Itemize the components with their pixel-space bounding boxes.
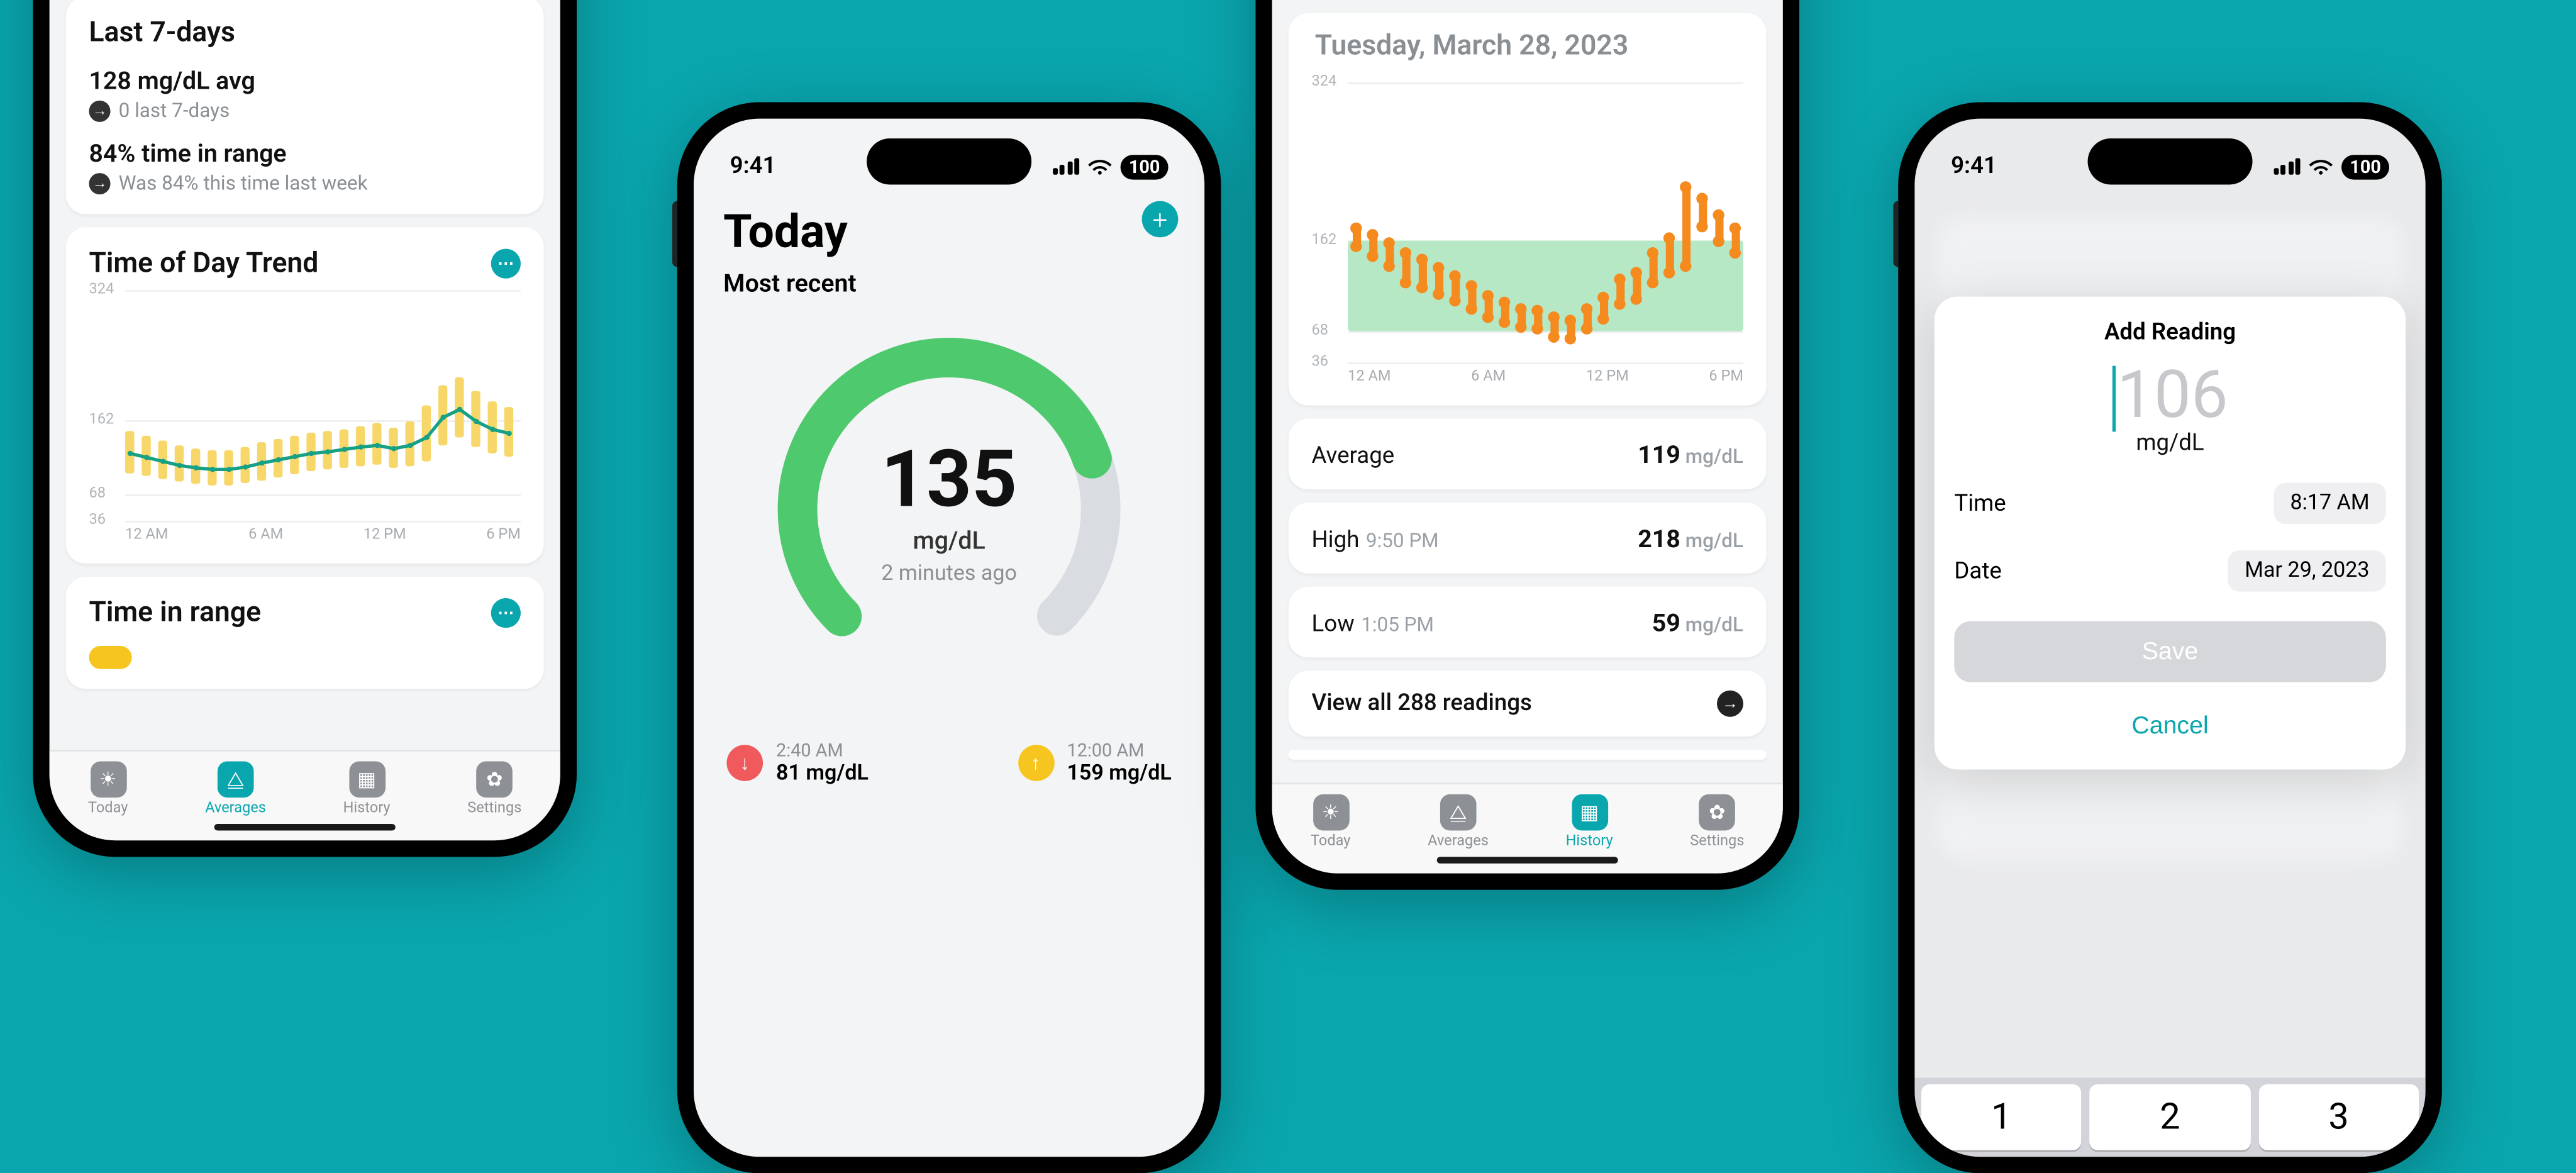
cancel-button[interactable]: Cancel	[1954, 699, 2385, 753]
chart-icon: ⧋	[218, 761, 254, 798]
phone-add-reading: 9:41 100 Add Reading 106 mg/dL Time 8:17…	[1898, 102, 2442, 1173]
page-title: Today	[694, 191, 1204, 262]
range-bar-segment	[89, 646, 131, 669]
high-reading[interactable]: ↑ 12:00 AM159 mg/dL	[1018, 740, 1172, 786]
phone-today: 9:41 100 + Today Most recent 135 mg/dL 2…	[677, 102, 1221, 1173]
date-header: Tuesday, March 28, 2023	[1312, 26, 1743, 76]
date-field[interactable]: Date Mar 29, 2023	[1954, 550, 2385, 592]
card-time-in-range[interactable]: Time in range ⋯	[66, 577, 544, 689]
trend-arrow-icon: →	[89, 100, 110, 121]
card-time-of-day-trend[interactable]: Time of Day Trend ⋯ 3668162324 12 AM6 AM…	[66, 228, 544, 564]
time-field[interactable]: Time 8:17 AM	[1954, 483, 2385, 525]
add-reading-modal: Add Reading 106 mg/dL Time 8:17 AM Date …	[1935, 297, 2406, 770]
x-axis-labels: 12 AM6 AM12 PM6 PM	[1312, 369, 1743, 386]
trend-arrow-icon: →	[89, 172, 110, 194]
more-icon[interactable]: ⋯	[491, 249, 521, 279]
phone-averages: Last 7-days 128 mg/dL avg → 0 last 7-day…	[33, 0, 577, 857]
date-value-chip[interactable]: Mar 29, 2023	[2228, 550, 2386, 592]
chart-icon: ⧋	[1440, 794, 1477, 831]
battery-icon: 100	[1121, 154, 1169, 179]
x-axis-labels: 12 AM6 AM12 PM6 PM	[89, 527, 520, 543]
low-reading[interactable]: ↓ 2:40 AM81 mg/dL	[726, 740, 868, 786]
key-3[interactable]: 3	[2258, 1084, 2419, 1150]
reading-input[interactable]: 106	[1954, 356, 2385, 433]
tab-history[interactable]: ▦History	[1566, 794, 1613, 850]
more-icon[interactable]: ⋯	[491, 598, 521, 628]
home-indicator[interactable]	[1437, 857, 1618, 863]
phone-history: Tuesday, March 28, 2023 3668162324 12 AM…	[1255, 0, 1799, 890]
reading-value: 135	[881, 431, 1017, 525]
card-title: Time of Day Trend	[89, 247, 318, 280]
numeric-keypad: 1 2 3	[1914, 1077, 2425, 1157]
modal-title: Add Reading	[1954, 320, 2385, 346]
card-title: Time in range	[89, 596, 261, 629]
tab-averages[interactable]: ⧋Averages	[1428, 794, 1489, 850]
card-title: Last 7-days	[89, 16, 520, 49]
row-view-all[interactable]: View all 288 readings →	[1289, 670, 1767, 737]
save-button[interactable]: Save	[1954, 621, 2385, 682]
status-time: 9:41	[730, 153, 776, 180]
calendar-icon: ▦	[348, 761, 385, 798]
row-average[interactable]: Average 119mg/dL	[1289, 418, 1767, 489]
signal-icon	[1052, 158, 1079, 175]
calendar-icon: ▦	[1571, 794, 1607, 831]
tir-heading: 84% time in range	[89, 138, 520, 168]
chevron-right-icon: →	[1717, 691, 1743, 717]
tab-settings[interactable]: ✿Settings	[1690, 794, 1744, 850]
gear-icon: ✿	[477, 761, 513, 798]
home-indicator[interactable]	[214, 824, 396, 830]
dynamic-island	[867, 138, 1031, 184]
sun-icon: ☀	[90, 761, 126, 798]
key-1[interactable]: 1	[1921, 1084, 2082, 1150]
tab-settings[interactable]: ✿Settings	[467, 761, 521, 817]
tab-today[interactable]: ☀Today	[1311, 794, 1350, 850]
arrow-up-icon: ↑	[1018, 745, 1054, 781]
tab-averages[interactable]: ⧋Averages	[205, 761, 266, 817]
tir-sub: → Was 84% this time last week	[89, 171, 520, 194]
day-range-chart: 3668162324	[1312, 82, 1743, 362]
reading-gauge: 135 mg/dL 2 minutes ago	[768, 328, 1130, 690]
wifi-icon	[1087, 157, 1112, 175]
dynamic-island	[2088, 138, 2253, 184]
reading-time-ago: 2 minutes ago	[881, 562, 1017, 586]
card-peek	[1289, 750, 1767, 760]
time-of-day-chart: 3668162324	[89, 290, 520, 521]
time-value-chip[interactable]: 8:17 AM	[2273, 483, 2385, 525]
avg-heading: 128 mg/dL avg	[89, 66, 520, 96]
sun-icon: ☀	[1313, 794, 1349, 831]
avg-sub: → 0 last 7-days	[89, 99, 520, 122]
reading-unit: mg/dL	[913, 526, 985, 555]
gear-icon: ✿	[1699, 794, 1736, 831]
key-2[interactable]: 2	[2090, 1084, 2250, 1150]
arrow-down-icon: ↓	[726, 745, 763, 781]
reading-unit: mg/dL	[1954, 430, 2385, 457]
tab-today[interactable]: ☀Today	[88, 761, 128, 817]
add-reading-button[interactable]: +	[1142, 201, 1179, 238]
card-last-7-days[interactable]: Last 7-days 128 mg/dL avg → 0 last 7-day…	[66, 0, 544, 214]
row-high[interactable]: High9:50 PM 218mg/dL	[1289, 503, 1767, 574]
row-low[interactable]: Low1:05 PM 59mg/dL	[1289, 587, 1767, 658]
card-day-chart[interactable]: Tuesday, March 28, 2023 3668162324 12 AM…	[1289, 13, 1767, 406]
tab-history[interactable]: ▦History	[343, 761, 391, 817]
